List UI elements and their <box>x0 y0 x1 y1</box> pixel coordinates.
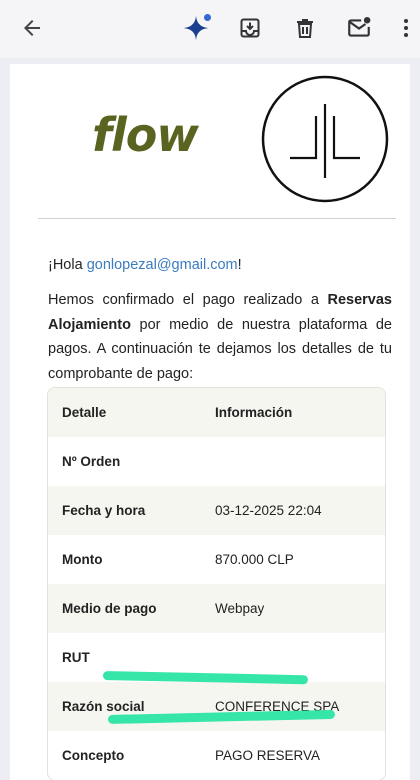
table-row: Nº Orden <box>48 437 385 486</box>
row-label: Nº Orden <box>62 454 121 469</box>
row-label: RUT <box>62 650 90 665</box>
row-value: PAGO RESERVA <box>215 748 321 763</box>
row-value: 870.000 CLP <box>215 552 294 567</box>
table-header-row: Detalle Información <box>48 388 385 437</box>
header-info: Información <box>215 405 293 420</box>
row-label: Concepto <box>62 748 125 763</box>
mark-unread-icon[interactable] <box>341 10 377 46</box>
row-label: Fecha y hora <box>62 503 146 518</box>
row-label: Monto <box>62 552 103 567</box>
intro-paragraph: Hemos confirmado el pago realizado a Res… <box>48 292 392 382</box>
row-value: 03-12-2025 22:04 <box>215 503 322 518</box>
table-row: Fecha y hora 03-12-2025 22:04 <box>48 486 385 535</box>
row-value: Webpay <box>215 601 265 616</box>
sparkle-icon[interactable] <box>178 10 214 46</box>
app-bar <box>0 0 420 58</box>
email-link[interactable]: gonlopezal@gmail.com <box>87 257 238 273</box>
table-row: Medio de pago Webpay <box>48 584 385 633</box>
merchant-logo <box>260 74 390 204</box>
row-label: Medio de pago <box>62 601 157 616</box>
header-detail: Detalle <box>62 405 107 420</box>
archive-icon[interactable] <box>232 10 268 46</box>
flow-logo: flow <box>92 108 199 162</box>
notification-dot <box>204 14 211 21</box>
table-row: Razón social CONFERENCE SPA <box>48 682 385 731</box>
back-arrow-icon[interactable] <box>14 10 50 46</box>
delete-icon[interactable] <box>287 10 323 46</box>
email-header: flow <box>10 64 410 214</box>
row-label: Razón social <box>62 699 145 714</box>
table-row: Monto 870.000 CLP <box>48 535 385 584</box>
table-row: Concepto PAGO RESERVA <box>48 731 385 780</box>
greeting: ¡Hola gonlopezal@gmail.com! <box>48 257 242 273</box>
header-divider <box>38 218 396 219</box>
more-vert-icon[interactable] <box>388 10 420 46</box>
